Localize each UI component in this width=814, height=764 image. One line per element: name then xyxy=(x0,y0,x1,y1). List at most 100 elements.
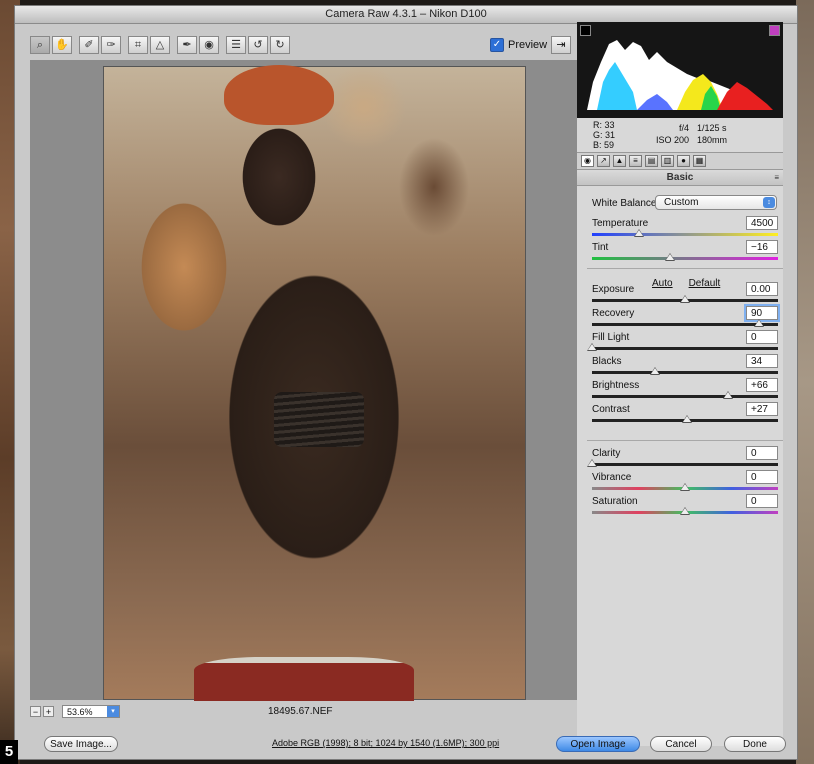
tone-curve-tab-icon[interactable]: ↗ xyxy=(597,155,610,167)
preview-toggle[interactable]: ✓ Preview xyxy=(490,38,547,52)
exposure-value-field[interactable]: 0.00 xyxy=(746,282,778,296)
brightness-slider-thumb[interactable] xyxy=(722,391,733,399)
rgb-readout-area: R: 33 G: 31 B: 59 f/4 1/125 s ISO 200 18… xyxy=(577,118,783,153)
rgb-readout: R: 33 G: 31 B: 59 xyxy=(593,120,615,150)
temperature-slider-thumb[interactable] xyxy=(633,229,644,237)
white-balance-tool-button[interactable]: ✐ xyxy=(79,36,99,54)
image-preview-area[interactable] xyxy=(30,60,578,701)
exposure-slider-thumb[interactable] xyxy=(680,295,690,303)
contrast-value-field[interactable]: +27 xyxy=(746,402,778,416)
histogram-red xyxy=(717,82,773,110)
preferences-button[interactable]: ☰ xyxy=(226,36,246,54)
blacks-slider-thumb[interactable] xyxy=(650,367,661,375)
adjustment-tabs: ◉ ↗ ▲ ≡ ▤ ▥ ● ▦ xyxy=(577,153,783,170)
basic-tab-icon[interactable]: ◉ xyxy=(581,155,594,167)
contrast-slider-thumb[interactable] xyxy=(681,415,692,423)
file-name: 18495.67.NEF xyxy=(268,705,333,717)
hand-tool-icon: ✋ xyxy=(55,39,69,51)
retouch-tool-button[interactable]: ✒ xyxy=(177,36,197,54)
workflow-options-link[interactable]: Adobe RGB (1998); 8 bit; 1024 by 1540 (1… xyxy=(272,738,499,748)
brightness-value-field[interactable]: +66 xyxy=(746,378,778,392)
detail-tab-icon[interactable]: ▲ xyxy=(613,155,626,167)
blacks-value-field[interactable]: 34 xyxy=(746,354,778,368)
fill-light-value-field[interactable]: 0 xyxy=(746,330,778,344)
cancel-button[interactable]: Cancel xyxy=(650,736,712,752)
hand-tool-button[interactable]: ✋ xyxy=(52,36,72,54)
straighten-tool-icon: △ xyxy=(155,39,165,51)
blacks-slider-track[interactable] xyxy=(592,371,778,374)
clarity-label: Clarity xyxy=(592,448,621,459)
fill-light-slider-row: Fill Light 0 xyxy=(587,330,778,354)
rotate-right-button[interactable]: ↻ xyxy=(270,36,290,54)
fullscreen-toggle-button[interactable]: ⇥ xyxy=(551,36,571,54)
white-balance-tool-icon: ✐ xyxy=(84,39,94,51)
clarity-slider-row: Clarity 0 xyxy=(587,446,778,470)
color-sampler-tool-button[interactable]: ✑ xyxy=(101,36,121,54)
basic-panel: White Balance: Custom ↕ Auto Default Tem… xyxy=(577,186,783,746)
histogram-graph xyxy=(587,40,773,110)
tint-slider-thumb[interactable] xyxy=(665,253,676,261)
tint-value-field[interactable]: −16 xyxy=(746,240,778,254)
iso: ISO 200 xyxy=(655,135,689,145)
fill-light-slider-track[interactable] xyxy=(592,347,778,350)
preview-checkbox[interactable]: ✓ xyxy=(490,38,504,52)
rotate-left-button[interactable]: ↺ xyxy=(248,36,268,54)
brightness-label: Brightness xyxy=(592,380,640,391)
presets-tab-icon[interactable]: ▦ xyxy=(693,155,706,167)
fullscreen-icon: ⇥ xyxy=(556,39,566,51)
photo-preview[interactable] xyxy=(103,65,526,701)
white-balance-label: White Balance: xyxy=(592,198,660,209)
tint-slider-track[interactable] xyxy=(592,257,778,260)
red-eye-tool-button[interactable]: ◉ xyxy=(199,36,219,54)
recovery-slider-thumb[interactable] xyxy=(754,319,765,327)
camera-calibration-tab-icon[interactable]: ● xyxy=(677,155,690,167)
toolbar: ⌕ ✋ ✐ ✑ ⌗ △ ✒ ◉ ☰ ↺ ↻ xyxy=(30,36,290,56)
straighten-tool-button[interactable]: △ xyxy=(150,36,170,54)
hsl-tab-icon[interactable]: ≡ xyxy=(629,155,642,167)
zoom-out-button[interactable]: − xyxy=(30,705,41,717)
vibrance-slider-thumb[interactable] xyxy=(680,483,690,491)
clarity-value-field[interactable]: 0 xyxy=(746,446,778,460)
vibrance-value-field[interactable]: 0 xyxy=(746,470,778,484)
recovery-slider-track[interactable] xyxy=(592,323,778,326)
done-button[interactable]: Done xyxy=(724,736,786,752)
saturation-slider-row: Saturation 0 xyxy=(592,494,778,518)
clarity-slider-track[interactable] xyxy=(592,463,778,466)
temperature-slider-track[interactable] xyxy=(592,233,778,236)
zoom-level-select[interactable]: 53.6% ▾ xyxy=(62,704,120,718)
r-label: R: xyxy=(593,120,602,130)
r-value: 33 xyxy=(604,120,615,130)
recovery-value-field[interactable]: 90 xyxy=(744,304,780,322)
exposure-slider-row: Exposure 0.00 xyxy=(592,282,778,306)
split-toning-tab-icon[interactable]: ▤ xyxy=(645,155,658,167)
zoom-tool-button[interactable]: ⌕ xyxy=(30,36,50,54)
exposure-label: Exposure xyxy=(592,284,635,295)
open-image-button[interactable]: Open Image xyxy=(556,736,640,752)
temperature-value-field[interactable]: 4500 xyxy=(746,216,778,230)
brightness-slider-track[interactable] xyxy=(592,395,778,398)
recovery-slider-row: Recovery 90 xyxy=(592,304,780,330)
aperture: f/4 xyxy=(678,123,689,133)
bottom-bar: Save Image... Adobe RGB (1998); 8 bit; 1… xyxy=(14,731,798,760)
clarity-slider-thumb[interactable] xyxy=(587,459,597,467)
white-balance-select[interactable]: Custom ↕ xyxy=(655,195,777,210)
save-image-button[interactable]: Save Image... xyxy=(44,736,118,752)
tint-label: Tint xyxy=(592,242,609,253)
divider xyxy=(587,440,783,441)
g-value: 31 xyxy=(605,130,616,140)
retouch-tool-icon: ✒ xyxy=(182,39,192,51)
b-value: 59 xyxy=(604,140,615,150)
saturation-label: Saturation xyxy=(592,496,638,507)
blacks-label: Blacks xyxy=(592,356,622,367)
red-eye-tool-icon: ◉ xyxy=(204,39,214,51)
saturation-slider-thumb[interactable] xyxy=(680,507,690,515)
white-balance-value: Custom xyxy=(664,197,699,208)
tint-slider-row: Tint −16 xyxy=(592,240,778,264)
saturation-value-field[interactable]: 0 xyxy=(746,494,778,508)
lens-corrections-tab-icon[interactable]: ▥ xyxy=(661,155,674,167)
crop-tool-button[interactable]: ⌗ xyxy=(128,36,148,54)
panel-menu-icon[interactable]: ≡ xyxy=(774,170,779,185)
zoom-in-button[interactable]: + xyxy=(43,705,54,717)
panel-title-text: Basic xyxy=(666,172,694,183)
fill-light-slider-thumb[interactable] xyxy=(587,343,597,351)
